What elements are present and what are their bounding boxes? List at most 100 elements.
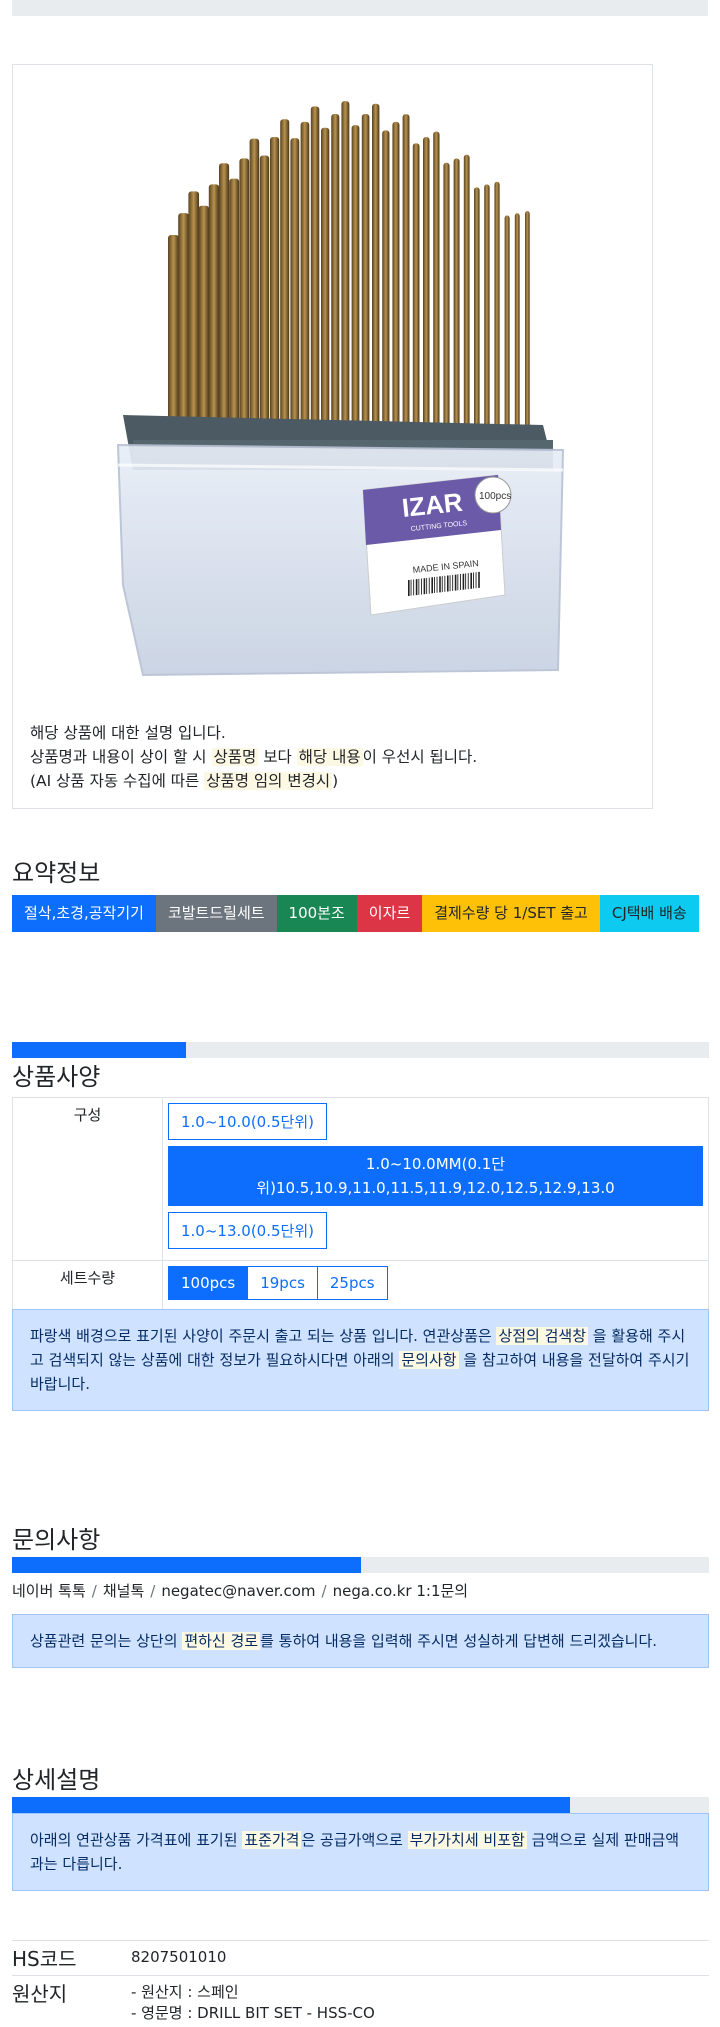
drill-bit [515,213,520,435]
drill-bit [229,179,239,435]
info-value-origin: - 원산지 : 스페인 [131,1982,709,2003]
drill-bit [178,213,189,435]
spec-label-set-quantity: 세트수량 [13,1261,163,1312]
badge-shipping-unit: 결제수량 당 1/SET 출고 [422,895,600,932]
option-qty-25[interactable]: 25pcs [317,1266,388,1300]
box-brand-text: IZAR [400,487,464,523]
drill-bit [505,215,510,435]
barcode-bar [450,575,451,591]
option-composition-1[interactable]: 1.0~10.0(0.5단위) [168,1103,327,1140]
highlight-product-name: 상품명 [212,748,259,766]
highlight-standard-price: 표준가격 [242,1831,301,1849]
info-key-hs-code: HS코드 [12,1941,131,1976]
drill-bit [464,155,470,435]
drill-bit [188,191,199,435]
drill-bit [433,131,439,435]
box-count-text: 100pcs [479,491,511,502]
drill-bit [423,137,430,435]
link-channel-talk[interactable]: 채널톡 [103,1582,144,1600]
highlight-search: 상점의 검색창 [496,1327,588,1345]
highlight-content: 해당 내용 [297,748,363,766]
top-divider [12,0,708,16]
spec-progress-fill [12,1042,186,1058]
link-naver-talk[interactable]: 네이버 톡톡 [12,1582,86,1600]
drill-bit [331,114,339,435]
option-qty-19[interactable]: 19pcs [247,1266,318,1300]
spec-row-composition: 구성 1.0~10.0(0.5단위) 1.0~10.0MM(0.1단위)10.5… [13,1098,709,1261]
barcode-bar [447,576,449,592]
barcode-bar [408,580,410,596]
barcode-bar [476,572,477,588]
barcode-bar [429,578,430,594]
spec-label-composition: 구성 [13,1098,163,1261]
badge-product-type: 코발트드릴세트 [156,895,277,932]
desc-line-2: 상품명과 내용이 상이 할 시 상품명 보다 해당 내용이 우선시 됩니다. [30,745,477,769]
summary-badges: 절삭,초경,공작기기 코발트드릴세트 100본조 이자르 결제수량 당 1/SE… [12,895,712,932]
product-card: IZAR CUTTING TOOLS COBALT DRILL SET 100p… [12,64,653,809]
spec-row-set-quantity: 세트수량 100pcs 19pcs 25pcs [13,1261,709,1312]
drill-bit [301,122,310,435]
inquiry-title: 문의사항 [12,1520,100,1555]
barcode-bar [460,574,461,590]
option-composition-2[interactable]: 1.0~10.0MM(0.1단위)10.5,10.9,11.0,11.5,11.… [168,1146,703,1206]
detail-progress [12,1797,709,1813]
barcode-bar [421,579,422,595]
highlight-vat: 부가가치세 비포함 [408,1831,527,1849]
drill-bit [209,184,219,435]
drill-bit [168,235,179,435]
drill-bit [413,143,420,435]
drill-bit [392,122,399,435]
spec-notice: 파랑색 배경으로 표기된 사양이 주문시 출고 되는 상품 입니다. 연관상품은… [12,1309,709,1411]
drill-bit [494,182,499,435]
desc-line-1: 해당 상품에 대한 설명 입니다. [30,721,477,745]
barcode-bar [431,577,433,593]
barcode-bar [457,574,458,590]
info-row-hs-code: HS코드 8207501010 [12,1941,709,1976]
summary-title: 요약정보 [12,853,100,888]
desc-line-3: (AI 상품 자동 수집에 따른 상품명 임의 변경시) [30,769,477,793]
barcode-bar [455,575,457,591]
drill-bit [290,138,299,435]
drill-bit [454,158,460,435]
drill-bit [321,128,329,435]
highlight-name-change: 상품명 임의 변경시 [204,772,332,790]
product-image[interactable]: IZAR CUTTING TOOLS COBALT DRILL SET 100p… [73,85,593,685]
drill-bit [372,104,379,435]
spec-table: 구성 1.0~10.0(0.5단위) 1.0~10.0MM(0.1단위)10.5… [12,1097,709,1312]
contact-links: 네이버 톡톡/채널톡/negatec@naver.com/nega.co.kr … [12,1580,468,1601]
info-value-hs-code: 8207501010 [131,1941,709,1976]
barcode-bar [416,579,418,595]
barcode-bar [411,580,412,596]
barcode-bar [463,574,465,590]
option-qty-100[interactable]: 100pcs [168,1266,248,1300]
drill-bit [403,114,410,435]
link-site-inquiry[interactable]: nega.co.kr 1:1문의 [333,1582,469,1600]
highlight-inquiry: 문의사항 [399,1351,458,1369]
barcode-bar [470,573,472,589]
drill-bit [199,206,209,435]
info-key-origin: 원산지 [12,1976,131,2027]
drill-bit [362,114,370,435]
drill-bit [250,139,260,435]
option-composition-3[interactable]: 1.0~13.0(0.5단위) [168,1212,327,1249]
barcode-bar [444,576,445,592]
product-description: 해당 상품에 대한 설명 입니다. 상품명과 내용이 상이 할 시 상품명 보다… [30,721,477,793]
detail-info-table: HS코드 8207501010 원산지 - 원산지 : 스페인 - 영문명 : … [12,1940,709,2027]
link-email[interactable]: negatec@naver.com [161,1582,315,1600]
detail-notice: 아래의 연관상품 가격표에 표기된 표준가격은 공급가액으로 부가가치세 비포함… [12,1813,709,1891]
inquiry-progress-fill [12,1557,361,1573]
drill-bit [525,211,530,435]
drill-bit [341,101,349,435]
spec-progress [12,1042,709,1058]
highlight-route: 편하신 경로 [182,1632,260,1650]
badge-quantity: 100본조 [277,895,357,932]
detail-title: 상세설명 [12,1760,100,1795]
drill-bit [270,137,279,435]
barcode-bar [413,579,414,595]
barcode-bar [465,573,466,589]
drill-bit [239,158,249,435]
detail-progress-fill [12,1797,570,1813]
barcode-bar [442,576,443,592]
barcode-bar [439,576,441,592]
drill-bit [280,119,289,435]
